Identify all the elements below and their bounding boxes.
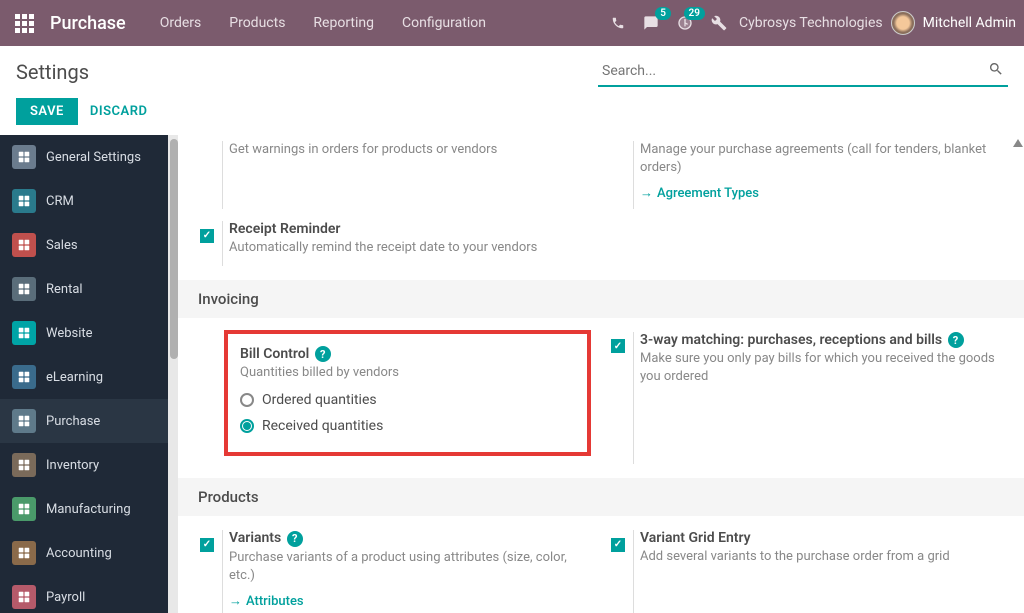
settings-content: Get warnings in orders for products or v…	[178, 135, 1024, 613]
apps-menu-button[interactable]	[8, 7, 40, 39]
search-wrap	[598, 57, 1008, 87]
sidebar-item-label: Rental	[46, 282, 83, 297]
grid-entry-desc: Add several variants to the purchase ord…	[640, 548, 1002, 566]
variants-checkbox[interactable]	[200, 538, 214, 552]
sidebar-item-rental[interactable]: Rental	[0, 267, 178, 311]
sidebar-item-elearning[interactable]: eLearning	[0, 355, 178, 399]
receipt-reminder-title: Receipt Reminder	[229, 221, 591, 237]
sidebar-item-label: Purchase	[46, 414, 100, 429]
sidebar-item-label: Inventory	[46, 458, 99, 473]
settings-sidebar: General Settings CRM Sales Rental Website eLe…	[0, 135, 178, 613]
module-icon	[12, 321, 36, 345]
receipt-reminder-desc: Automatically remind the receipt date to…	[229, 239, 591, 257]
discard-button[interactable]: DISCARD	[90, 104, 148, 119]
sidebar-item-label: Accounting	[46, 546, 112, 561]
phone-icon[interactable]	[611, 16, 625, 30]
module-icon	[12, 365, 36, 389]
radio-icon	[240, 393, 254, 407]
module-icon	[12, 585, 36, 609]
content-scrollbar[interactable]	[1014, 135, 1024, 613]
radio-icon	[240, 419, 254, 433]
agreements-desc: Manage your purchase agreements (call fo…	[640, 141, 1002, 177]
activities-icon[interactable]: 29	[677, 15, 693, 31]
receipt-reminder-checkbox[interactable]	[200, 229, 214, 243]
help-icon[interactable]: ?	[948, 332, 964, 348]
company-selector[interactable]: Cybrosys Technologies	[739, 15, 883, 31]
sidebar-scrollbar[interactable]	[168, 135, 178, 613]
save-button[interactable]: SAVE	[16, 98, 78, 125]
arrow-right-icon: →	[229, 593, 242, 609]
bill-control-desc: Quantities billed by vendors	[240, 364, 575, 382]
sidebar-item-payroll[interactable]: Payroll	[0, 575, 178, 613]
activities-badge: 29	[684, 7, 705, 20]
sidebar-item-label: eLearning	[46, 370, 103, 385]
nav-products[interactable]: Products	[215, 15, 299, 31]
app-title[interactable]: Purchase	[50, 13, 126, 34]
messages-icon[interactable]: 5	[643, 15, 659, 31]
search-icon[interactable]	[988, 61, 1004, 77]
module-icon	[12, 453, 36, 477]
page-title: Settings	[16, 60, 89, 84]
sidebar-item-label: CRM	[46, 194, 74, 209]
user-name: Mitchell Admin	[923, 15, 1016, 31]
top-navbar: Purchase Orders Products Reporting Confi…	[0, 0, 1024, 46]
agreement-types-link[interactable]: → Agreement Types	[640, 185, 759, 201]
bill-control-highlight: Bill Control ? Quantities billed by vend…	[224, 330, 591, 457]
sidebar-item-crm[interactable]: CRM	[0, 179, 178, 223]
threeway-desc: Make sure you only pay bills for which y…	[640, 350, 1002, 386]
grid-icon	[15, 14, 34, 33]
attributes-link[interactable]: → Attributes	[229, 593, 304, 609]
user-menu[interactable]: Mitchell Admin	[891, 11, 1016, 35]
sidebar-item-manufacturing[interactable]: Manufacturing	[0, 487, 178, 531]
sidebar-item-label: Manufacturing	[46, 502, 131, 517]
action-buttons: SAVE DISCARD	[0, 94, 1024, 135]
sidebar-item-label: Website	[46, 326, 93, 341]
grid-entry-title: Variant Grid Entry	[640, 530, 1002, 546]
nav-reporting[interactable]: Reporting	[299, 15, 388, 31]
sidebar-item-label: Payroll	[46, 590, 85, 605]
threeway-title: 3-way matching: purchases, receptions an…	[640, 332, 1002, 349]
module-icon	[12, 233, 36, 257]
main: General Settings CRM Sales Rental Website eLe…	[0, 135, 1024, 613]
nav-configuration[interactable]: Configuration	[388, 15, 500, 31]
radio-ordered[interactable]: Ordered quantities	[240, 392, 575, 408]
module-icon	[12, 145, 36, 169]
control-panel: Settings	[0, 46, 1024, 94]
help-icon[interactable]: ?	[287, 531, 303, 547]
debug-icon[interactable]	[711, 15, 727, 31]
sidebar-item-accounting[interactable]: Accounting	[0, 531, 178, 575]
variants-desc: Purchase variants of a product using att…	[229, 549, 591, 585]
sidebar-item-label: Sales	[46, 238, 78, 253]
section-products: Products	[178, 478, 1024, 516]
sidebar-item-purchase[interactable]: Purchase	[0, 399, 178, 443]
arrow-right-icon: →	[640, 185, 653, 201]
sidebar-item-label: General Settings	[46, 150, 141, 165]
module-icon	[12, 541, 36, 565]
bill-control-title: Bill Control ?	[240, 346, 575, 363]
sidebar-item-general-settings[interactable]: General Settings	[0, 135, 178, 179]
module-icon	[12, 497, 36, 521]
module-icon	[12, 189, 36, 213]
threeway-checkbox[interactable]	[611, 339, 625, 353]
sidebar-item-sales[interactable]: Sales	[0, 223, 178, 267]
module-icon	[12, 277, 36, 301]
variants-title: Variants ?	[229, 530, 591, 547]
section-invoicing: Invoicing	[178, 280, 1024, 318]
grid-entry-checkbox[interactable]	[611, 538, 625, 552]
search-input[interactable]	[598, 57, 1008, 87]
nav-orders[interactable]: Orders	[146, 15, 216, 31]
help-icon[interactable]: ?	[315, 346, 331, 362]
systray: 5 29	[611, 15, 727, 31]
warnings-desc: Get warnings in orders for products or v…	[229, 141, 591, 159]
avatar	[891, 11, 915, 35]
messages-badge: 5	[655, 7, 671, 20]
sidebar-item-website[interactable]: Website	[0, 311, 178, 355]
sidebar-item-inventory[interactable]: Inventory	[0, 443, 178, 487]
module-icon	[12, 409, 36, 433]
radio-received[interactable]: Received quantities	[240, 418, 575, 434]
